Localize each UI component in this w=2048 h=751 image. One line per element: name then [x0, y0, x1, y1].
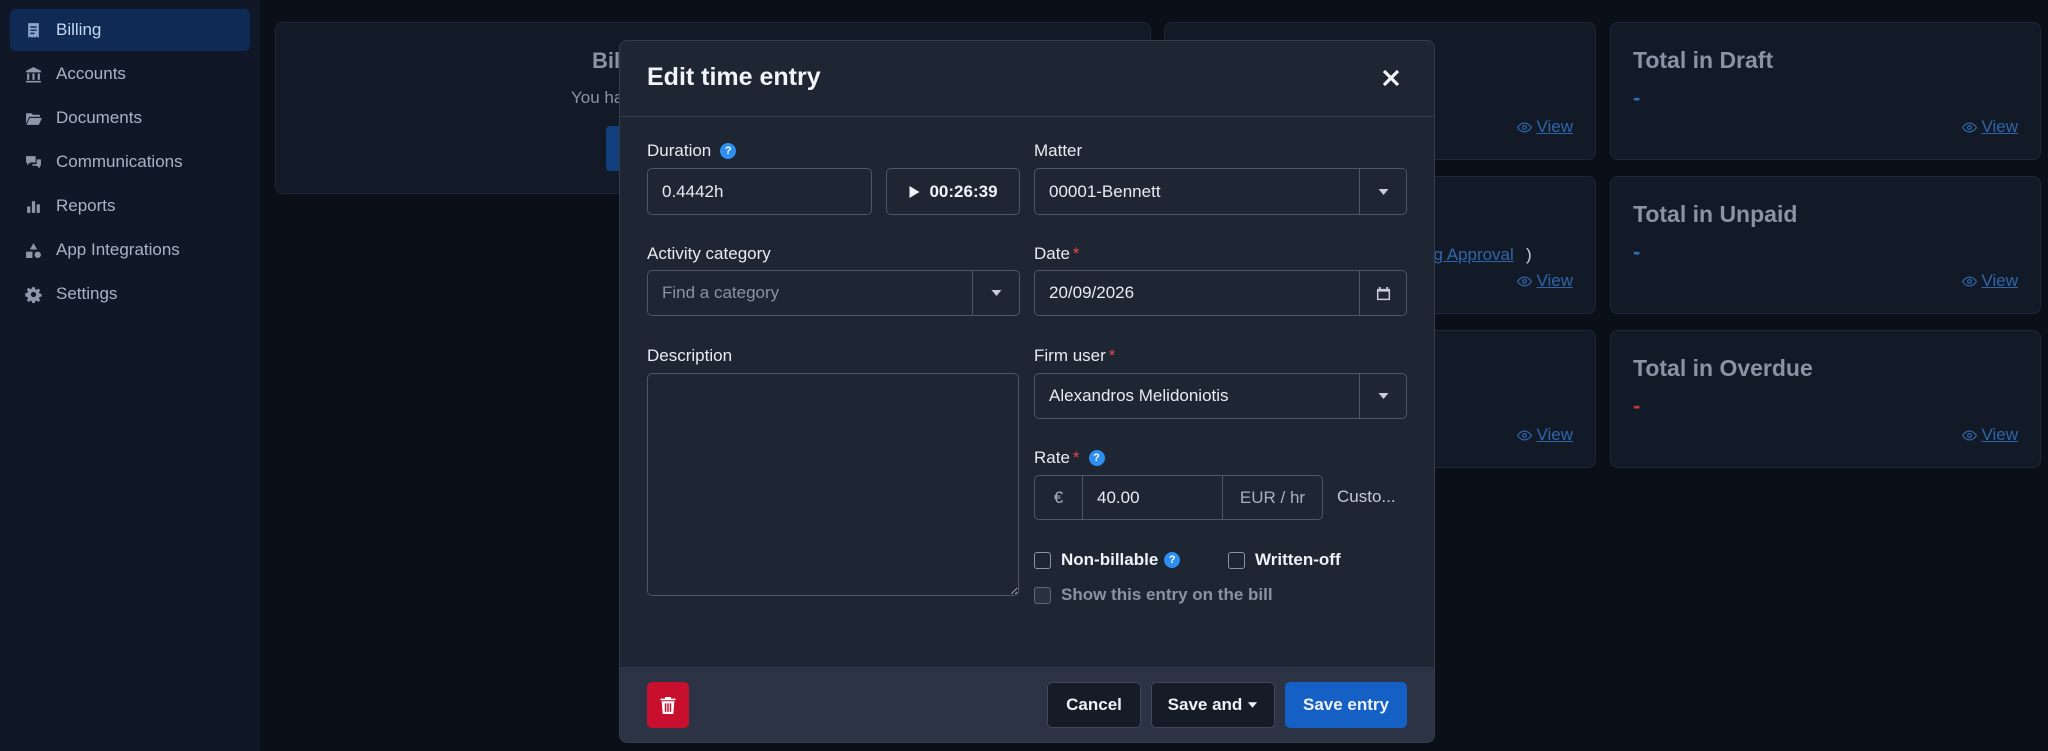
firm-user-select[interactable]: Alexandros Melidoniotis [1034, 373, 1407, 419]
close-icon [1382, 69, 1400, 87]
modal-footer: Cancel Save and Save entry [620, 667, 1434, 742]
edit-time-entry-modal: Edit time entry Duration ? 0.4442h 00:26… [619, 40, 1435, 743]
total-overdue-card: Total in Overdue - View [1610, 330, 2041, 468]
view-link[interactable]: View [1962, 425, 2018, 445]
show-on-bill-checkbox: Show this entry on the bill [1034, 585, 1273, 605]
chat-icon [24, 153, 42, 171]
help-icon[interactable]: ? [720, 143, 737, 159]
rate-label: Rate * ? [1034, 448, 1105, 468]
help-icon[interactable]: ? [1164, 552, 1181, 568]
caret-down-icon [1248, 702, 1258, 708]
chevron-down-icon[interactable] [1359, 169, 1406, 214]
description-label: Description [647, 346, 733, 365]
sidebar-item-accounts[interactable]: Accounts [10, 53, 250, 95]
eye-icon [1962, 275, 1978, 287]
sidebar-item-billing[interactable]: Billing [10, 9, 250, 51]
duration-label: Duration ? [647, 141, 737, 161]
sidebar-item-communications[interactable]: Communications [10, 141, 250, 183]
trash-icon [660, 696, 676, 714]
rate-unit: EUR / hr [1222, 476, 1322, 519]
total-draft-card: Total in Draft - View [1610, 22, 2041, 160]
written-off-checkbox[interactable]: Written-off [1228, 550, 1341, 570]
calendar-icon[interactable] [1359, 271, 1406, 315]
eye-icon [1962, 121, 1978, 133]
chevron-down-icon[interactable] [1359, 374, 1406, 418]
rate-input-group: € 40.00 EUR / hr [1034, 475, 1323, 520]
sidebar-item-reports[interactable]: Reports [10, 185, 250, 227]
modal-title: Edit time entry [647, 63, 821, 91]
bank-icon [24, 65, 42, 83]
gear-icon [24, 285, 42, 303]
sidebar-item-label: Documents [56, 108, 142, 127]
modal-header: Edit time entry [620, 41, 1434, 117]
sidebar-item-label: Accounts [56, 64, 126, 83]
matter-select[interactable]: 00001-Bennett [1034, 168, 1407, 215]
sidebar-item-app-integrations[interactable]: App Integrations [10, 229, 250, 271]
pending-approval-link[interactable]: ng Approval [1424, 245, 1514, 265]
card-title: Total in Unpaid [1633, 201, 1798, 227]
eye-icon [1517, 121, 1533, 133]
description-textarea[interactable] [647, 373, 1019, 596]
view-link[interactable]: View [1517, 425, 1573, 445]
pending-approval-paren: ) [1526, 245, 1532, 264]
billing-icon [24, 21, 42, 39]
play-icon [909, 185, 920, 198]
eye-icon [1962, 429, 1978, 441]
custom-rate-button[interactable]: Custo... [1337, 487, 1396, 507]
sidebar-item-label: Reports [56, 196, 116, 215]
sidebar-item-label: App Integrations [56, 240, 180, 259]
duration-input[interactable]: 0.4442h [647, 168, 872, 215]
bar-chart-icon [24, 197, 42, 215]
timer-button[interactable]: 00:26:39 [886, 168, 1020, 215]
view-link[interactable]: View [1517, 271, 1573, 291]
help-icon[interactable]: ? [1088, 450, 1105, 466]
rate-input[interactable]: 40.00 [1083, 488, 1222, 508]
card-title: Total in Overdue [1633, 355, 1813, 381]
close-button[interactable] [1378, 65, 1404, 91]
total-unpaid-card: Total in Unpaid - View [1610, 176, 2041, 314]
sidebar-item-label: Billing [56, 20, 102, 39]
delete-button[interactable] [647, 682, 689, 728]
eye-icon [1517, 429, 1533, 441]
shapes-icon [24, 241, 42, 259]
date-label: Date * [1034, 244, 1080, 263]
firm-user-label: Firm user * [1034, 346, 1116, 365]
card-value: - [1633, 393, 1641, 418]
folder-icon [24, 109, 42, 127]
sidebar-item-documents[interactable]: Documents [10, 97, 250, 139]
sidebar-item-label: Communications [56, 152, 183, 171]
currency-symbol: € [1035, 476, 1083, 519]
sidebar: Billing Accounts Documents Communication… [0, 0, 260, 751]
activity-category-label: Activity category [647, 244, 771, 263]
save-entry-button[interactable]: Save entry [1285, 682, 1407, 728]
activity-category-select[interactable]: Find a category [647, 270, 1020, 316]
card-title: Total in Draft [1633, 47, 1774, 73]
date-input[interactable]: 20/09/2026 [1034, 270, 1407, 316]
matter-label: Matter [1034, 141, 1083, 160]
chevron-down-icon[interactable] [972, 271, 1019, 315]
eye-icon [1517, 275, 1533, 287]
non-billable-checkbox[interactable]: Non-billable ? [1034, 550, 1181, 570]
view-link[interactable]: View [1517, 117, 1573, 137]
sidebar-item-label: Settings [56, 284, 118, 303]
sidebar-item-settings[interactable]: Settings [10, 273, 250, 315]
billing-card-title: Bil [592, 48, 621, 73]
save-and-dropdown-button[interactable]: Save and [1151, 682, 1275, 728]
card-value: - [1633, 239, 1641, 264]
cancel-button[interactable]: Cancel [1047, 682, 1141, 728]
billing-card-subtitle: You ha [571, 88, 624, 107]
view-link[interactable]: View [1962, 117, 2018, 137]
view-link[interactable]: View [1962, 271, 2018, 291]
card-value: - [1633, 85, 1641, 110]
